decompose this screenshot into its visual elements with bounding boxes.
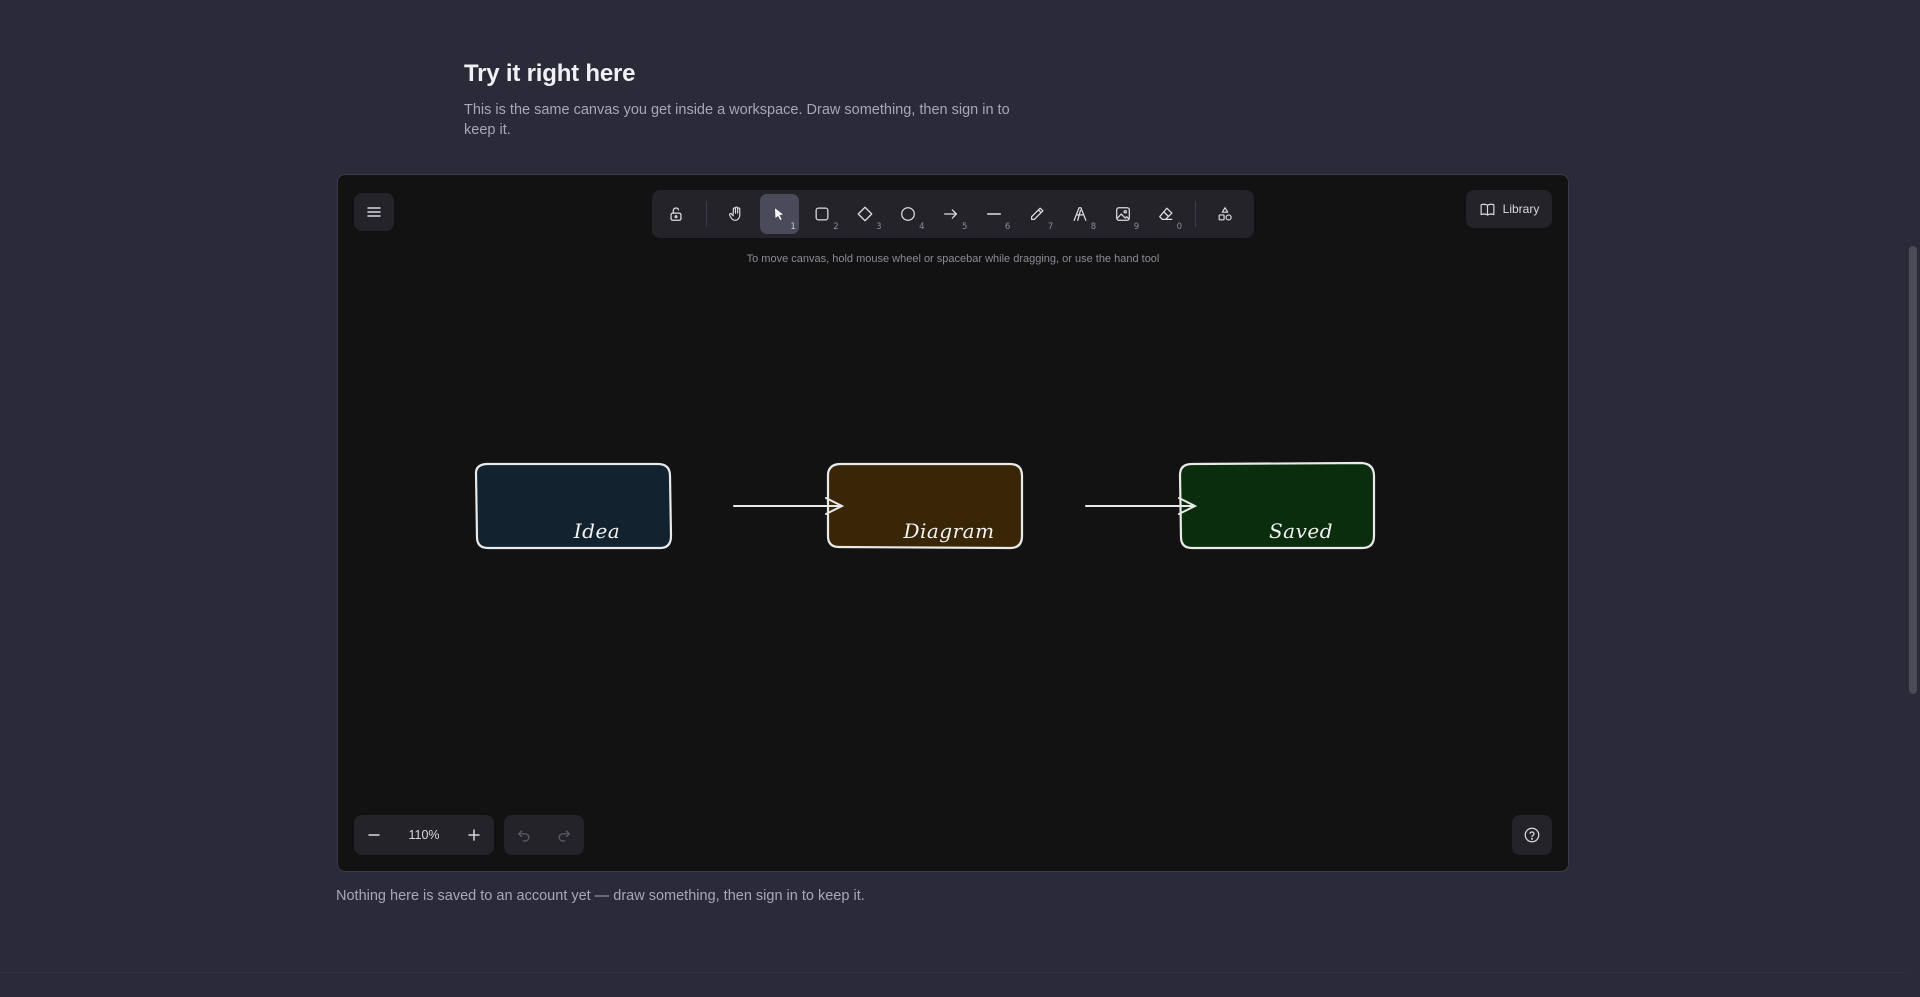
intro-description: This is the same canvas you get inside a… (464, 102, 1010, 138)
main-menu-button[interactable] (354, 193, 394, 231)
history-controls (504, 815, 584, 855)
hand-icon (729, 206, 741, 221)
tool-line[interactable]: 6 (974, 194, 1013, 234)
tool-key: 9 (1133, 222, 1140, 232)
redo-button[interactable] (556, 827, 572, 843)
canvas-frame[interactable]: Idea Diagram Saved 1 2 3 4 5 6 7 8 9 0 T… (337, 174, 1569, 872)
tool-key: 7 (1047, 222, 1054, 232)
image-icon (1115, 207, 1130, 221)
undo-button[interactable] (516, 827, 532, 843)
tool-toolbar: 1 2 3 4 5 6 7 8 9 0 (652, 190, 1254, 238)
plus-icon (468, 829, 480, 841)
tool-selection[interactable]: 1 (759, 194, 799, 234)
canvas-hint: To move canvas, hold mouse wheel or spac… (746, 253, 1160, 265)
toolbar-divider (705, 201, 707, 227)
tool-hand[interactable] (717, 194, 756, 234)
tool-rectangle[interactable]: 2 (803, 194, 842, 234)
tool-key: 6 (1004, 222, 1011, 232)
tool-key: 2 (833, 222, 839, 232)
help-icon (1524, 827, 1540, 843)
section-divider (0, 972, 1906, 973)
tool-key: 8 (1090, 222, 1097, 232)
tool-diamond[interactable]: 3 (846, 194, 885, 234)
minus-icon (368, 834, 380, 836)
diamond-icon (857, 206, 873, 222)
save-footnote: Nothing here is saved to an account yet … (336, 888, 865, 904)
arrow-icon (944, 209, 957, 219)
intro-title: Try it right here (464, 60, 636, 87)
pencil-icon (1030, 207, 1044, 221)
tool-key: 1 (790, 222, 796, 232)
arrow-idea-to-diagram[interactable] (733, 497, 845, 515)
zoom-controls: 110% (354, 815, 494, 855)
tool-ellipse[interactable]: 4 (889, 194, 928, 234)
tool-key: 0 (1176, 222, 1183, 232)
line-icon (986, 213, 1001, 215)
redo-icon (558, 830, 570, 842)
selection-icon (775, 208, 784, 220)
eraser-icon (1158, 207, 1173, 221)
tool-key: 3 (876, 222, 882, 232)
page-scrollbar[interactable] (1906, 0, 1920, 997)
tool-lock[interactable] (657, 194, 696, 234)
tool-eraser[interactable]: 0 (1146, 194, 1185, 234)
ellipse-icon (901, 207, 915, 221)
tool-arrow[interactable]: 5 (932, 194, 971, 234)
text-icon (1073, 207, 1087, 221)
zoom-in-button[interactable] (458, 819, 490, 851)
lock-icon (670, 207, 683, 221)
shapes-icon (1219, 207, 1233, 221)
zoom-out-button[interactable] (358, 819, 390, 851)
tool-text[interactable]: 8 (1060, 194, 1099, 234)
tool-pencil[interactable]: 7 (1017, 194, 1056, 234)
tool-key: 5 (962, 222, 968, 232)
help-button[interactable] (1512, 815, 1552, 855)
rectangle-icon (815, 207, 829, 221)
hamburger-icon (367, 207, 381, 217)
library-label: Library (1502, 202, 1540, 216)
scrollbar-thumb[interactable] (1909, 246, 1917, 694)
undo-icon (518, 830, 530, 842)
library-button[interactable]: Library (1466, 190, 1552, 228)
tool-key: 4 (919, 222, 925, 232)
tool-image[interactable]: 9 (1103, 194, 1142, 234)
intro-section: Try it right here This is the same canva… (464, 60, 1024, 140)
toolbar-divider (1195, 201, 1196, 227)
book-icon (1480, 203, 1495, 216)
node-label-idea: Idea (573, 519, 621, 543)
tool-more-shapes[interactable] (1206, 194, 1245, 234)
arrow-diagram-to-saved[interactable] (1085, 497, 1198, 515)
node-label-diagram: Diagram (903, 519, 995, 543)
zoom-level[interactable]: 110% (408, 828, 439, 842)
node-label-saved: Saved (1268, 519, 1334, 543)
